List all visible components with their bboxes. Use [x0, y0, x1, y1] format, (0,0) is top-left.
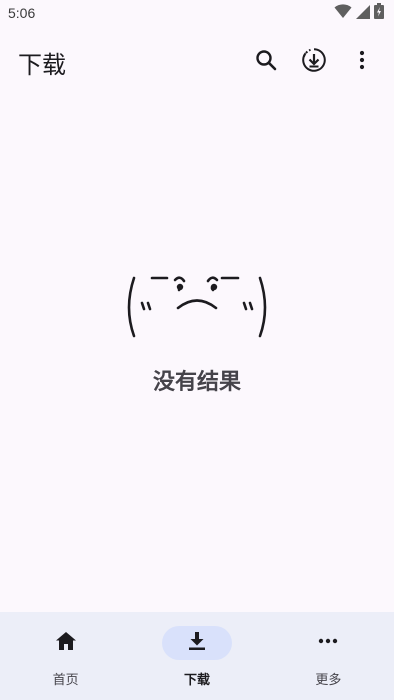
nav-label-download: 下载: [183, 673, 210, 688]
status-time: 5:06: [8, 5, 36, 21]
download-manager-button[interactable]: [290, 38, 338, 86]
frowning-kaomoji-icon: [122, 268, 272, 350]
bottom-navigation: 首页 下载 更多: [0, 612, 394, 700]
signal-icon: [356, 4, 370, 23]
search-icon: [254, 48, 278, 76]
status-icons: [334, 3, 384, 23]
download-icon: [185, 629, 209, 657]
nav-pill-download: [161, 626, 232, 660]
app-bar: 下载: [0, 36, 394, 88]
empty-state: 没有结果: [0, 268, 394, 396]
nav-label-home: 首页: [52, 673, 79, 688]
home-icon: [54, 629, 78, 657]
nav-label-more: 更多: [315, 673, 342, 688]
battery-charging-icon: [374, 3, 384, 23]
wifi-icon: [334, 3, 352, 23]
app-bar-actions: [242, 38, 386, 86]
more-horiz-icon: [316, 629, 340, 657]
empty-message: 没有结果: [152, 370, 241, 395]
nav-item-home[interactable]: 首页: [0, 612, 131, 700]
nav-item-download[interactable]: 下载: [131, 612, 262, 700]
nav-pill-more: [293, 626, 363, 660]
more-vert-icon: [350, 48, 374, 76]
search-button[interactable]: [242, 38, 290, 86]
download-manager-icon: [301, 47, 327, 77]
nav-item-more[interactable]: 更多: [263, 612, 394, 700]
page-title: 下载: [18, 50, 66, 79]
status-bar: 5:06: [0, 0, 394, 26]
more-options-button[interactable]: [338, 38, 386, 86]
nav-pill-home: [31, 626, 101, 660]
